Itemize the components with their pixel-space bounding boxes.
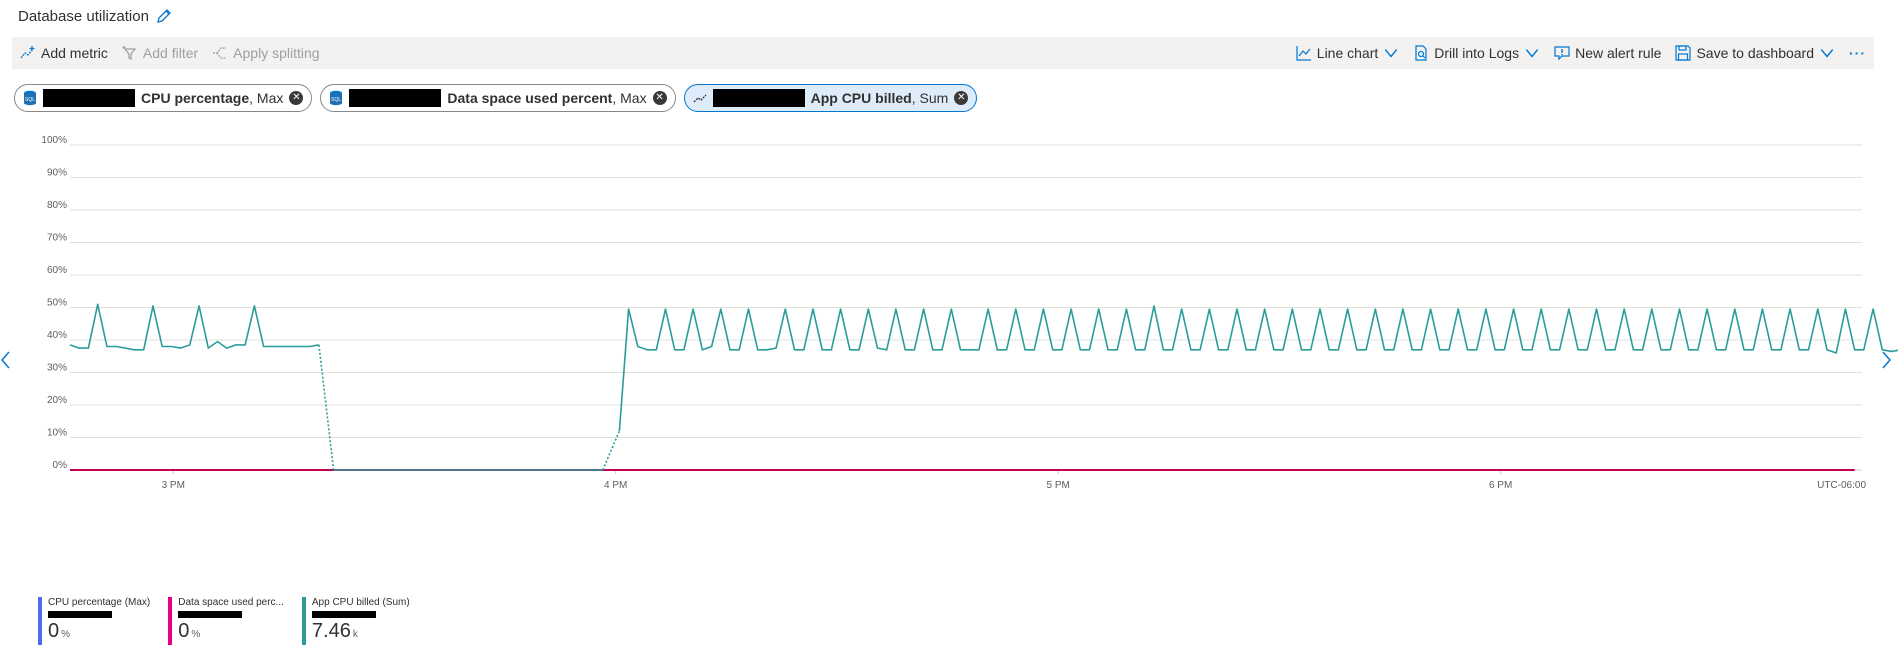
remove-metric-icon[interactable]: ✕ (289, 91, 304, 105)
redacted-resource-name (48, 611, 112, 618)
legend-series-value: 0% (178, 620, 201, 642)
series-line-app-cpu-billed-sum (602, 430, 621, 471)
save-icon (1675, 45, 1692, 61)
legend-series-value: 7.46 k (311, 620, 358, 642)
alert-icon (1554, 46, 1570, 61)
line-chart-icon (1296, 46, 1311, 61)
logs-icon (1415, 45, 1427, 61)
series-line-app-cpu-billed-sum (318, 344, 335, 471)
line-chart-label: Line chart (1316, 45, 1379, 61)
y-tick-label: 20% (47, 395, 67, 406)
line-chart-dropdown[interactable]: Line chart (1296, 45, 1399, 61)
add-metric-button[interactable]: Add metric (20, 45, 108, 61)
chart-canvas[interactable]: 0% 10% 20% 30% 40% 50% 60% 70% 80% 90% 100% 3 PM 4 P… (0, 130, 1898, 600)
toolbar-right: Line chart Drill into Logs New alert rul… (1296, 37, 1866, 69)
metric-pill-text: App CPU billed, Sum (810, 90, 949, 106)
legend-series-value: 0% (48, 620, 71, 642)
database-icon: SQL (330, 90, 343, 106)
metric-pill-cpu-percentage[interactable]: SQL CPU percentage, Max ✕ (14, 84, 313, 112)
toolbar-left: Add metric Add filter Apply splitting (20, 37, 320, 69)
x-tick-label: 3 PM (162, 480, 185, 491)
redacted-resource-name (43, 89, 135, 107)
remove-metric-icon[interactable]: ✕ (652, 91, 667, 105)
legend-item-data-space-used[interactable]: Data space used perc... 0% (168, 597, 284, 645)
apply-splitting-button[interactable]: Apply splitting (212, 45, 320, 61)
timezone-label: UTC-06:00 (1817, 480, 1866, 491)
y-tick-label: 10% (47, 428, 67, 439)
chevron-down-icon (1525, 49, 1539, 58)
series-line-app-cpu-billed-sum (618, 305, 1898, 432)
legend-color-swatch (301, 597, 306, 645)
more-options-button[interactable]: ··· (1849, 45, 1866, 61)
add-metric-icon (20, 46, 35, 59)
page-title: Database utilization (18, 7, 149, 25)
y-tick-label: 100% (41, 135, 67, 146)
remove-metric-icon[interactable]: ✕ (954, 91, 969, 105)
legend-color-swatch (168, 597, 173, 645)
redacted-resource-name (349, 89, 442, 107)
legend-series-name: CPU percentage (Max) (48, 597, 151, 608)
legend-item-cpu-percentage[interactable]: CPU percentage (Max) 0% (38, 597, 150, 645)
more-options-icon: ··· (1849, 45, 1866, 61)
redacted-resource-name (178, 611, 243, 618)
save-to-dashboard-label: Save to dashboard (1696, 45, 1814, 61)
y-tick-label: 50% (47, 298, 67, 309)
new-alert-rule-button[interactable]: New alert rule (1554, 45, 1661, 61)
y-tick-label: 30% (47, 363, 67, 374)
y-tick-label: 90% (47, 168, 67, 179)
filter-icon (122, 46, 137, 60)
legend-item-app-cpu-billed[interactable]: App CPU billed (Sum) 7.46 k (301, 597, 410, 645)
page-header: Database utilization (18, 4, 173, 28)
chevron-down-icon (1820, 49, 1834, 58)
series-line-app-cpu-billed-sum (69, 303, 320, 351)
legend-series-name: Data space used perc... (178, 597, 284, 608)
drill-into-logs-label: Drill into Logs (1434, 45, 1520, 61)
save-to-dashboard-dropdown[interactable]: Save to dashboard (1675, 45, 1835, 61)
metric-pills: SQL CPU percentage, Max ✕ SQL Data space… (14, 84, 978, 112)
splitting-icon (213, 47, 227, 59)
x-tick-label: 5 PM (1047, 480, 1070, 491)
metric-trend-icon (693, 94, 707, 103)
y-tick-label: 40% (47, 330, 67, 341)
x-tick-label: 6 PM (1489, 480, 1512, 491)
svg-text:SQL: SQL (25, 97, 35, 103)
metric-pill-text: Data space used percent, Max (447, 90, 647, 106)
y-tick-label: 0% (53, 460, 68, 471)
drill-into-logs-dropdown[interactable]: Drill into Logs (1413, 45, 1540, 61)
y-tick-label: 60% (47, 265, 67, 276)
add-metric-label: Add metric (41, 45, 108, 61)
y-tick-label: 80% (47, 200, 67, 211)
svg-text:SQL: SQL (331, 97, 341, 103)
add-filter-button[interactable]: Add filter (122, 45, 198, 61)
legend-color-swatch (38, 597, 42, 645)
legend-series-name: App CPU billed (Sum) (311, 597, 410, 608)
chevron-down-icon (1384, 49, 1398, 58)
new-alert-rule-label: New alert rule (1575, 45, 1662, 61)
add-filter-label: Add filter (142, 45, 199, 61)
y-tick-label: 70% (47, 233, 67, 244)
database-icon: SQL (24, 90, 36, 106)
redacted-resource-name (712, 89, 805, 107)
apply-splitting-label: Apply splitting (233, 45, 320, 61)
metric-pill-data-space-used[interactable]: SQL Data space used percent, Max ✕ (320, 84, 676, 112)
edit-pencil-icon[interactable] (155, 7, 173, 25)
chart-toolbar: Add metric Add filter Apply splitting Li… (12, 37, 1874, 69)
metric-pill-text: CPU percentage, Max (141, 90, 284, 106)
chart-legend: CPU percentage (Max) 0% Data space used … (38, 597, 410, 645)
metrics-line-chart[interactable]: 0% 10% 20% 30% 40% 50% 60% 70% 80% 90% 100% 3 PM 4 P… (0, 130, 1898, 600)
metric-pill-app-cpu-billed[interactable]: App CPU billed, Sum ✕ (683, 84, 978, 112)
redacted-resource-name (311, 611, 376, 618)
x-tick-label: 4 PM (604, 480, 627, 491)
